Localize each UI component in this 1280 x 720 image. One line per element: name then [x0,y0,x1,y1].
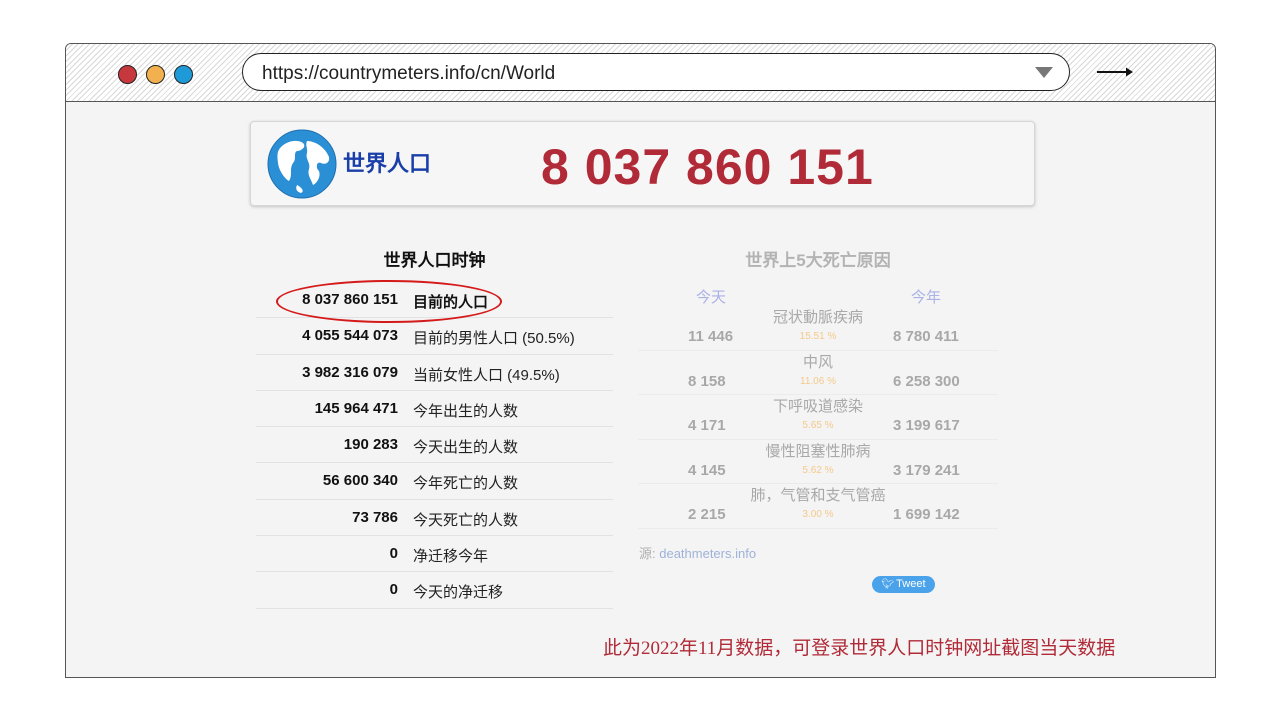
clock-row: 3 982 316 079 当前女性人口 (49.5%) [256,355,613,391]
clock-row-value: 56 600 340 [322,472,398,490]
source-line: 源: deathmeters.info [639,543,756,562]
death-cause-name: 肺，气管和支气管癌 [750,487,886,505]
death-year-value: 6 258 300 [893,372,960,390]
clock-row-label: 今天的净迁移 [413,584,504,602]
tweet-button[interactable]: 🐦︎ Tweet [872,576,935,593]
clock-row-label: 净迁移今年 [413,548,489,566]
address-bar[interactable]: https://countrymeters.info/cn/World [242,53,1070,91]
clock-row-label: 目前的男性人口 (50.5%) [413,330,575,348]
death-year-value: 1 699 142 [893,506,960,524]
browser-window: https://countrymeters.info/cn/World 世界人口… [65,43,1216,678]
death-year-value: 8 780 411 [893,328,959,345]
death-year-value: 3 179 241 [893,461,960,479]
population-clock-table: 8 037 860 151 目前的人口 4 055 544 073 目前的男性人口 (… [256,282,613,609]
population-counter: 8 037 860 151 [541,139,874,195]
clock-row-value: 145 964 471 [314,399,398,417]
clock-row: 4 055 544 073 目前的男性人口 (50.5%) [256,318,613,355]
column-header-today: 今天 [696,289,727,306]
maximize-window-button[interactable] [174,65,193,84]
clock-row-label: 今年死亡的人数 [413,475,519,493]
clock-row-value: 0 [389,581,398,599]
death-cause-row: 慢性阻塞性肺病 4 145 5.62 % 3 179 241 [638,440,998,485]
death-cause-row: 肺，气管和支气管癌 2 215 3.00 % 1 699 142 [638,484,998,529]
world-population-title: 世界人口 [343,151,432,176]
clock-row-value: 190 283 [343,436,398,454]
clock-row: 0 今天的净迁移 [256,572,613,609]
clock-row-value: 4 055 544 073 [302,327,398,345]
death-cause-name: 下呼吸道感染 [772,398,863,416]
death-causes-table: 冠状動脈疾病 11 446 15.51 % 8 780 411 中风 8 158 11.06… [638,306,998,529]
clock-row-value: 0 [389,545,398,563]
clock-row: 0 净迁移今年 [256,536,613,573]
clock-row: 145 964 471 今年出生的人数 [256,391,613,428]
clock-row: 56 600 340 今年死亡的人数 [256,463,613,500]
source-link[interactable]: deathmeters.info [659,546,756,561]
arrow-right-icon[interactable] [1096,64,1134,80]
clock-row: 73 786 今天死亡的人数 [256,500,613,537]
death-cause-row: 中风 8 158 11.06 % 6 258 300 [638,351,998,396]
url-dropdown-icon[interactable] [1035,67,1053,78]
minimize-window-button[interactable] [146,65,165,84]
death-cause-row: 冠状動脈疾病 11 446 15.51 % 8 780 411 [638,306,998,351]
death-cause-row: 下呼吸道感染 4 171 5.65 % 3 199 617 [638,395,998,440]
source-label: 源: [639,546,660,561]
highlight-ellipse [276,280,502,323]
globe-icon [267,129,337,199]
close-window-button[interactable] [118,65,137,84]
clock-row-label: 今天出生的人数 [413,439,519,457]
annotation-note: 此为2022年11月数据，可登录世界人口时钟网址截图当天数据 [603,638,1116,659]
twitter-bird-icon: 🐦︎ [881,579,895,590]
tweet-button-label: Tweet [896,578,926,590]
clock-row-label: 今天死亡的人数 [413,511,519,529]
death-year-value: 3 199 617 [893,417,960,435]
death-causes-title: 世界上5大死亡原因 [745,251,891,270]
death-cause-name: 中风 [802,353,833,371]
url-text[interactable]: https://countrymeters.info/cn/World [262,63,555,85]
clock-row-label: 当前女性人口 (49.5%) [413,366,560,384]
population-header-card: 世界人口 8 037 860 151 [250,121,1035,206]
column-header-year: 今年 [911,289,942,306]
clock-row: 190 283 今天出生的人数 [256,427,613,464]
clock-row-label: 今年出生的人数 [413,402,519,420]
browser-titlebar: https://countrymeters.info/cn/World [66,44,1215,102]
population-clock-title: 世界人口时钟 [383,251,486,270]
death-cause-name: 慢性阻塞性肺病 [765,442,871,460]
death-cause-name: 冠状動脈疾病 [772,309,863,326]
clock-row-value: 73 786 [352,508,398,526]
clock-row-value: 3 982 316 079 [302,363,398,381]
